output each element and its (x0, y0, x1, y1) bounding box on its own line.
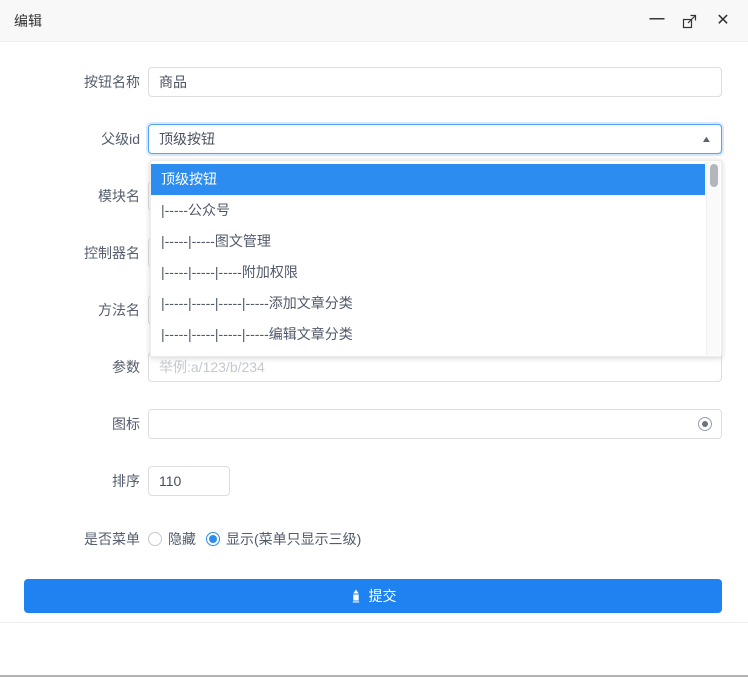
radio-show-label: 显示(菜单只显示三级) (226, 529, 361, 549)
is-menu-label: 是否菜单 (0, 529, 140, 549)
parent-id-label: 父级id (0, 129, 140, 149)
minimize-button[interactable]: — (648, 12, 666, 30)
dropdown-scrollbar-track[interactable] (706, 162, 720, 355)
radio-show[interactable]: 显示(菜单只显示三级) (206, 529, 361, 549)
icon-picker-circle-dot-icon[interactable] (698, 417, 712, 431)
sort-input[interactable] (148, 466, 230, 496)
dropdown-option[interactable]: |-----公众号 (151, 195, 705, 226)
close-icon: ✕ (716, 13, 729, 29)
close-button[interactable]: ✕ (714, 12, 732, 30)
icon-input[interactable] (148, 409, 722, 439)
form-row-sort: 排序 (0, 466, 748, 496)
params-label: 参数 (0, 357, 140, 377)
dropdown-scrollbar-thumb[interactable] (710, 164, 718, 187)
dropdown-options: 顶级按钮|-----公众号|-----|-----图文管理|-----|----… (151, 164, 721, 350)
icon-label: 图标 (0, 414, 140, 434)
radio-hide[interactable]: 隐藏 (148, 529, 196, 549)
maximize-button[interactable] (681, 12, 699, 30)
radio-hide-label: 隐藏 (168, 529, 196, 549)
dropdown-option[interactable]: |-----|-----图文管理 (151, 226, 705, 257)
maximize-icon (682, 13, 698, 29)
parent-id-select[interactable]: 顶级按钮 ▲ (148, 124, 722, 154)
radio-hide-circle-icon (148, 532, 162, 546)
edit-dialog: 编辑 — ✕ 按钮名称 父级id 顶级按钮 (0, 0, 748, 677)
form-row-icon: 图标 (0, 409, 748, 439)
form-row-is-menu: 是否菜单 隐藏 显示(菜单只显示三级) (0, 524, 748, 554)
window-controls: — ✕ (648, 12, 732, 30)
dialog-title: 编辑 (14, 11, 42, 31)
dialog-titlebar[interactable]: 编辑 — ✕ (0, 0, 748, 42)
button-name-input[interactable] (148, 67, 722, 97)
method-name-label: 方法名 (0, 300, 140, 320)
content-divider (0, 622, 748, 623)
dropdown-option[interactable]: |-----|-----|-----附加权限 (151, 257, 705, 288)
chevron-up-icon: ▲ (701, 134, 713, 144)
parent-id-selected-value: 顶级按钮 (159, 129, 215, 149)
form-row-parent-id: 父级id 顶级按钮 ▲ (0, 124, 748, 154)
dropdown-option[interactable]: 顶级按钮 (151, 164, 705, 195)
module-name-label: 模块名 (0, 186, 140, 206)
radio-show-circle-icon (206, 532, 220, 546)
dropdown-option[interactable]: |-----|-----|-----|-----编辑文章分类 (151, 319, 705, 350)
pencil-icon (350, 589, 362, 603)
submit-button[interactable]: 提交 (24, 579, 722, 613)
parent-id-dropdown-panel: 顶级按钮|-----公众号|-----|-----图文管理|-----|----… (150, 160, 722, 357)
dropdown-option[interactable]: |-----|-----|-----|-----添加文章分类 (151, 288, 705, 319)
submit-label: 提交 (369, 586, 397, 606)
form-row-button-name: 按钮名称 (0, 67, 748, 97)
minimize-icon: — (650, 11, 665, 26)
button-name-label: 按钮名称 (0, 72, 140, 92)
controller-name-label: 控制器名 (0, 243, 140, 263)
sort-label: 排序 (0, 471, 140, 491)
